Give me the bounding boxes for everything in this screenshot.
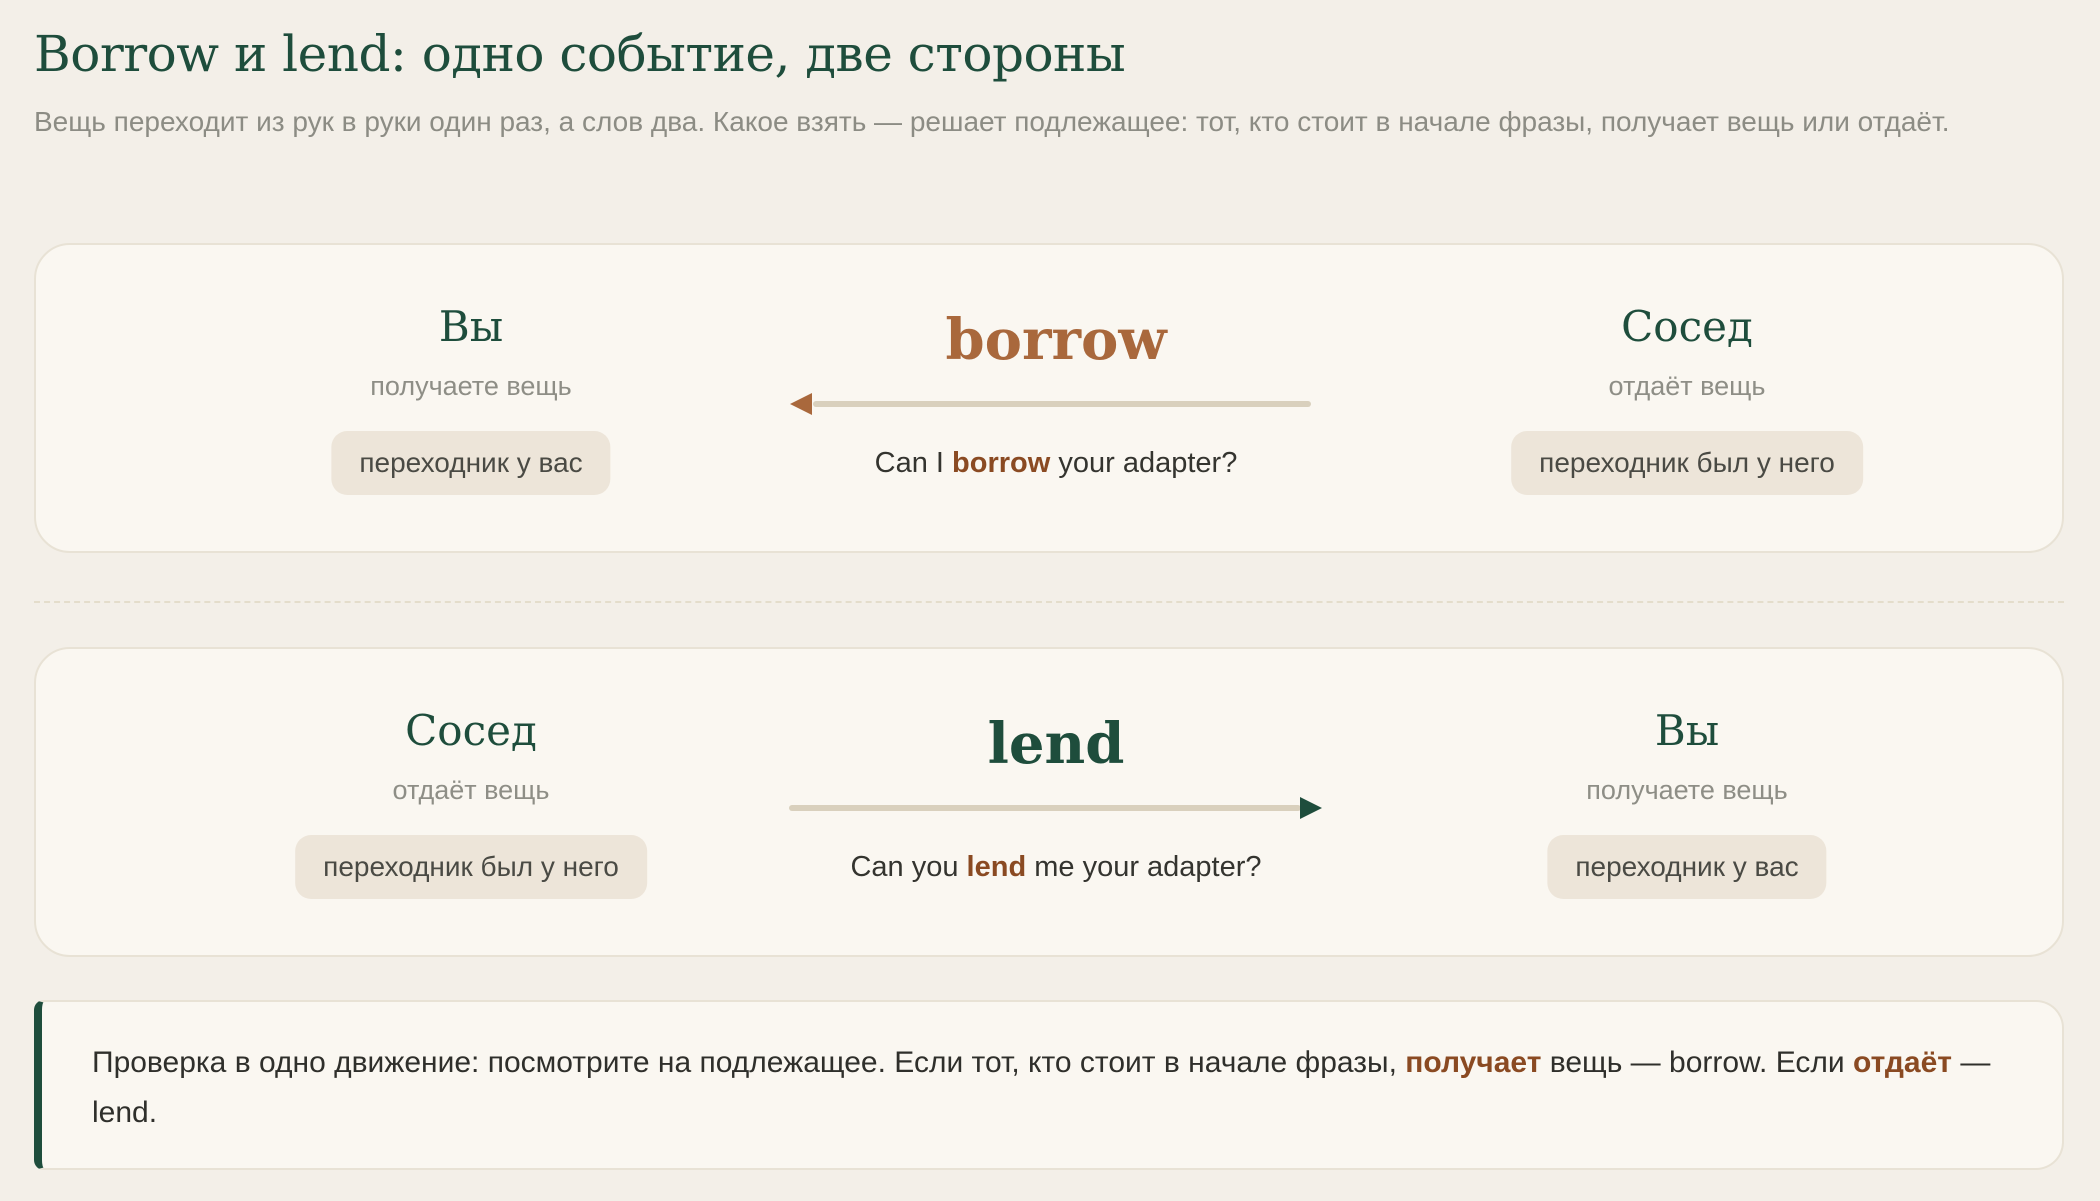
example-text: me your adapter?: [1026, 851, 1262, 883]
example-verb: lend: [966, 851, 1027, 883]
arrow-left-icon: [790, 393, 1311, 415]
party-role: получаете вещь: [1586, 775, 1788, 805]
tip-text: Проверка в одно движение: посмотрите на …: [92, 1038, 1992, 1138]
party-pill: переходник был у него: [295, 835, 647, 899]
example-text: Can you: [850, 851, 967, 883]
party-pill: переходник у вас: [331, 431, 611, 495]
verb-lend: lend: [987, 711, 1125, 777]
borrow-center: borrow Can I borrow your adapter?: [786, 245, 1326, 551]
tip-part: вещь — borrow. Если: [1541, 1046, 1853, 1079]
tip-strong-gives: отдаёт: [1853, 1046, 1952, 1079]
lend-example: Can you lend me your adapter?: [746, 849, 1366, 885]
tip-part: Проверка в одно движение: посмотрите на …: [92, 1046, 1406, 1079]
tip-strong-receives: получает: [1405, 1046, 1542, 1079]
lend-card: Сосед отдаёт вещь переходник был у него …: [34, 647, 2064, 957]
party-name: Вы: [1654, 706, 1720, 755]
example-text: Can I: [874, 447, 953, 479]
borrow-card: Вы получаете вещь переходник у вас borro…: [34, 243, 2064, 553]
page-title: Borrow и lend: одно событие, две стороны: [34, 25, 1126, 83]
party-name: Вы: [438, 302, 504, 351]
verb-borrow: borrow: [945, 307, 1167, 373]
divider: [34, 601, 2064, 603]
page: Borrow и lend: одно событие, две стороны…: [0, 0, 2100, 1201]
example-verb: borrow: [952, 447, 1051, 479]
party-name: Сосед: [1621, 302, 1753, 351]
party-pill: переходник у вас: [1547, 835, 1827, 899]
page-subtitle: Вещь переходит из рук в руки один раз, а…: [34, 106, 1950, 137]
lend-center: lend Can you lend me your adapter?: [786, 649, 1326, 955]
borrow-example: Can I borrow your adapter?: [746, 445, 1366, 481]
party-role: отдаёт вещь: [392, 775, 550, 805]
party-name: Сосед: [405, 706, 537, 755]
example-text: your adapter?: [1050, 447, 1238, 479]
arrow-right-icon: [789, 797, 1322, 819]
party-pill: переходник был у него: [1511, 431, 1863, 495]
tip-callout: Проверка в одно движение: посмотрите на …: [34, 1000, 2064, 1170]
party-role: получаете вещь: [370, 371, 572, 401]
party-role: отдаёт вещь: [1608, 371, 1766, 401]
